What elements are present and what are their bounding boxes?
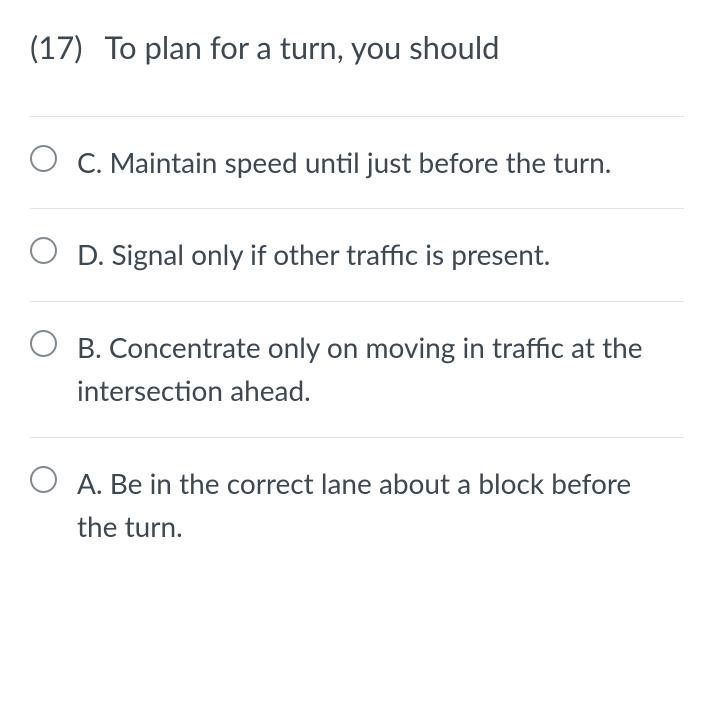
options-list: C. Maintain speed until just before the … [30,116,684,572]
option-label: A. Be in the correct lane about a block … [77,462,684,549]
option-c[interactable]: C. Maintain speed until just before the … [30,116,684,208]
radio-icon[interactable] [30,145,57,172]
option-a[interactable]: A. Be in the correct lane about a block … [30,437,684,573]
option-label: B. Concentrate only on moving in traffic… [77,326,684,413]
question-number: (17) [30,28,83,66]
option-label: C. Maintain speed until just before the … [77,141,619,184]
question-header: (17) To plan for a turn, you should [30,28,684,66]
option-b[interactable]: B. Concentrate only on moving in traffic… [30,301,684,437]
option-d[interactable]: D. Signal only if other traffic is prese… [30,208,684,300]
option-label: D. Signal only if other traffic is prese… [77,233,558,276]
question-text: To plan for a turn, you should [105,28,500,66]
radio-icon[interactable] [30,330,57,357]
radio-icon[interactable] [30,466,57,493]
radio-icon[interactable] [30,237,57,264]
